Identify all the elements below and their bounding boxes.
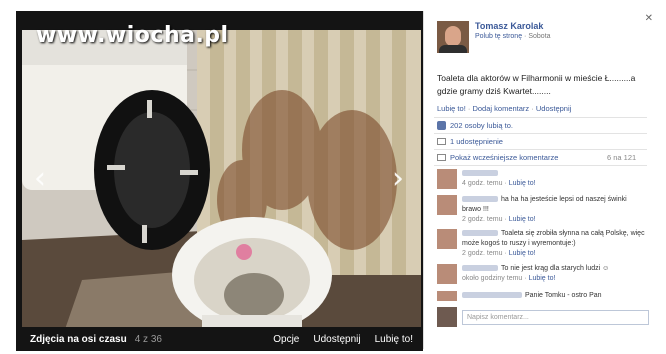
commenter-name-redacted[interactable] — [462, 265, 498, 272]
thumbs-up-icon — [437, 121, 446, 130]
likes-row[interactable]: 202 osoby lubią to. — [437, 121, 513, 130]
bathroom-photo-illustration — [22, 30, 421, 338]
comments-count: 6 na 121 — [607, 153, 637, 162]
post-like-link[interactable]: Lubię to! — [437, 104, 466, 113]
comment-meta: 4 godz. temu · Lubię to! — [462, 180, 536, 187]
comment-text: To nie jest krąg dla starych ludzi — [501, 265, 601, 272]
avatar-shirt — [439, 45, 467, 53]
post-text: Toaleta dla aktorów w Filharmonii w mieś… — [437, 73, 636, 96]
author-info: Tomasz Karolak Polub tę stronę · Sobota — [475, 21, 551, 53]
comment: ha ha ha jesteście lepsi od naszej śwink… — [437, 195, 647, 225]
author-avatar[interactable] — [437, 21, 469, 53]
divider — [434, 133, 647, 134]
photo-position: 4 z 36 — [134, 333, 162, 345]
show-more-comments-row[interactable]: Pokaż wcześniejsze komentarze 6 na 121 — [437, 153, 647, 162]
add-comment-link[interactable]: Dodaj komentarz — [472, 104, 529, 113]
comment-meta: 2 godz. temu · Lubię to! — [462, 250, 536, 257]
comment-time[interactable]: około godziny temu — [462, 275, 522, 282]
shares-count[interactable]: 1 udostępnienie — [450, 137, 503, 146]
smiley-icon: ☺ — [602, 265, 610, 272]
comment-meta: 2 godz. temu · Lubię to! — [462, 216, 536, 223]
show-more-link[interactable]: Pokaż wcześniejsze komentarze — [450, 153, 558, 162]
comment-body: To nie jest krąg dla starych ludzi ☺ oko… — [462, 264, 609, 284]
photo-viewer-frame: www.wiocha.pl ‹ › Zdjęcia na osi czasu 4… — [0, 0, 666, 354]
comment-body: 4 godz. temu · Lubię to! — [462, 169, 536, 189]
comment: To nie jest krąg dla starych ludzi ☺ oko… — [437, 264, 647, 284]
site-watermark: www.wiocha.pl — [36, 23, 229, 48]
share-button[interactable]: Udostępnij — [313, 334, 360, 345]
commenter-name-redacted[interactable] — [462, 170, 498, 177]
comment-input[interactable]: Napisz komentarz... — [462, 309, 649, 325]
like-page-link[interactable]: Polub tę stronę — [475, 33, 522, 40]
viewer-bottom-bar: Zdjęcia na osi czasu 4 z 36 Opcje Udostę… — [16, 327, 423, 351]
comment-like-link[interactable]: Lubię to! — [509, 250, 536, 257]
comment: Panie Tomku - ostro Pan — [437, 291, 647, 301]
comment-time[interactable]: 4 godz. temu — [462, 180, 502, 187]
post-photo[interactable] — [22, 30, 421, 338]
author-meta: Polub tę stronę · Sobota — [475, 33, 551, 40]
comment-body: Toaleta się zrobiła słynna na całą Polsk… — [462, 229, 647, 259]
shares-row[interactable]: 1 udostępnienie — [437, 137, 503, 146]
comment-like-link[interactable]: Lubię to! — [509, 216, 536, 223]
commenter-avatar[interactable] — [437, 229, 457, 249]
album-link[interactable]: Zdjęcia na osi czasu — [30, 334, 127, 345]
divider — [434, 165, 647, 166]
comment-composer: Napisz komentarz... — [437, 307, 649, 327]
post-side-panel: ✕ Tomasz Karolak Polub tę stronę · Sobot… — [423, 11, 657, 349]
viewer-actions: Opcje Udostępnij Lubię to! — [273, 334, 413, 345]
separator: · — [531, 104, 534, 113]
current-user-avatar — [437, 307, 457, 327]
commenter-name-redacted[interactable] — [462, 196, 498, 203]
comment-text: Panie Tomku - ostro Pan — [525, 292, 602, 299]
commenter-avatar[interactable] — [437, 169, 457, 189]
comment-like-link[interactable]: Lubię to! — [509, 180, 536, 187]
options-button[interactable]: Opcje — [273, 334, 299, 345]
comment-meta: około godziny temu · Lubię to! — [462, 275, 556, 282]
share-icon — [437, 138, 446, 145]
post-actions: Lubię to! · Dodaj komentarz · Udostępnij — [437, 104, 571, 113]
comment-icon — [437, 154, 446, 161]
comment-body: ha ha ha jesteście lepsi od naszej śwink… — [462, 195, 647, 225]
comment-like-link[interactable]: Lubię to! — [529, 275, 556, 282]
avatar-face — [445, 26, 461, 46]
photo-stage: www.wiocha.pl — [16, 11, 423, 349]
likes-count[interactable]: 202 osoby lubią to. — [450, 121, 513, 130]
commenter-name-redacted[interactable] — [462, 292, 522, 299]
divider — [434, 117, 647, 118]
comment-body: Panie Tomku - ostro Pan — [462, 291, 602, 301]
commenter-avatar[interactable] — [437, 195, 457, 215]
close-icon[interactable]: ✕ — [645, 13, 653, 24]
previous-photo-arrow-icon[interactable]: ‹ — [34, 164, 46, 194]
post-author: Tomasz Karolak Polub tę stronę · Sobota — [437, 21, 551, 53]
post-share-link[interactable]: Udostępnij — [536, 104, 571, 113]
author-name[interactable]: Tomasz Karolak — [475, 21, 551, 31]
next-photo-arrow-icon[interactable]: › — [392, 164, 404, 194]
separator: · — [467, 104, 471, 113]
divider — [434, 149, 647, 150]
comment: 4 godz. temu · Lubię to! — [437, 169, 647, 189]
like-button[interactable]: Lubię to! — [375, 334, 413, 345]
commenter-avatar[interactable] — [437, 264, 457, 284]
meta-separator: · — [524, 33, 527, 40]
comment-time[interactable]: 2 godz. temu — [462, 216, 502, 223]
commenter-name-redacted[interactable] — [462, 230, 498, 237]
commenter-avatar[interactable] — [437, 291, 457, 301]
comment: Toaleta się zrobiła słynna na całą Polsk… — [437, 229, 647, 259]
post-date[interactable]: Sobota — [528, 33, 550, 40]
comment-time[interactable]: 2 godz. temu — [462, 250, 502, 257]
